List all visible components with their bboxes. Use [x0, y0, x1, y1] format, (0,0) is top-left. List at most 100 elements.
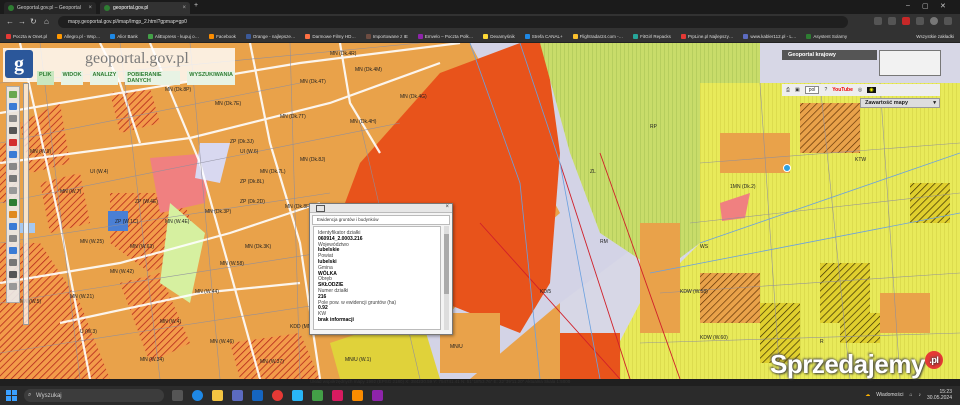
bookmark-item[interactable]: Facebook — [209, 33, 236, 39]
edge-icon[interactable] — [192, 390, 203, 401]
profile-icon[interactable] — [930, 17, 938, 25]
print-tool-icon[interactable] — [9, 127, 17, 134]
globe-tool-icon[interactable] — [9, 199, 17, 206]
youtube-link[interactable]: YouTube — [832, 87, 853, 93]
reload-icon[interactable]: ↻ — [30, 17, 37, 26]
bookmark-item[interactable]: www.kabler112.pl - L… — [743, 33, 797, 39]
ruler-tool-icon[interactable] — [9, 235, 17, 242]
bookmark-label: www.kabler112.pl - L… — [750, 33, 797, 39]
bookmark-item[interactable]: PrpLine.pl Najlepszy… — [680, 33, 733, 39]
share-tool-icon[interactable] — [9, 223, 17, 230]
new-tab-icon[interactable]: + — [194, 2, 198, 9]
bookmark-item[interactable]: Asystent Solarny — [806, 33, 847, 39]
popup-tab[interactable]: Ewidencja gruntów i budynków — [312, 215, 450, 225]
layers-tool-icon[interactable] — [9, 151, 17, 158]
bookmark-item[interactable]: Poczta w Onet.pl — [6, 33, 47, 39]
clear-tool-icon[interactable] — [9, 283, 17, 290]
app-icon[interactable] — [352, 390, 363, 401]
photos-icon[interactable] — [292, 390, 303, 401]
print-icon[interactable]: ⎙ — [786, 87, 790, 93]
clock[interactable]: 15:23 30.05.2024 — [927, 389, 952, 401]
menu-pobieranie[interactable]: POBIERANIE DANYCH — [125, 71, 181, 85]
notifications-label[interactable]: Wiadomości — [876, 392, 903, 398]
back-icon[interactable]: ← — [6, 17, 14, 26]
visibility-icon[interactable]: ◉ — [867, 87, 876, 93]
tab-geoportal-home[interactable]: Geoportal.gov.pl – Geoportal × — [4, 2, 96, 14]
windows-start-icon[interactable] — [6, 390, 17, 401]
bookmark-item[interactable]: AliExpress - kupuj o… — [147, 33, 199, 39]
network-icon[interactable]: ⌂ — [909, 392, 912, 398]
bookmark-item[interactable]: Dexamyśnik — [483, 33, 515, 39]
bookmark-item[interactable]: FitGirl Repacks — [633, 33, 671, 39]
volume-icon[interactable]: ♪ — [918, 392, 921, 398]
bookmark-item[interactable]: Darmowe Filmy HD… — [305, 33, 356, 39]
zoom-in-tool-icon[interactable] — [9, 187, 17, 194]
bookmark-item[interactable]: Flightradar24.com -… — [572, 33, 623, 39]
accessibility-icon[interactable]: ◎ — [858, 87, 862, 93]
panel-title[interactable]: Geoportal krajowy — [782, 50, 877, 60]
menu-analizy[interactable]: ANALIZY — [90, 71, 119, 85]
geoportal-logo[interactable]: g — [5, 50, 33, 78]
all-bookmarks-link[interactable]: Wszystkie zakładki — [916, 34, 954, 39]
settings-tool-icon[interactable] — [9, 259, 17, 266]
draw-tool-icon[interactable] — [9, 163, 17, 170]
pan-tool-icon[interactable] — [9, 91, 17, 98]
chrome-icon[interactable] — [272, 390, 283, 401]
map-contents-label: Zawartość mapy — [865, 100, 909, 106]
menu-plik[interactable]: PLIK — [37, 71, 54, 85]
mail-icon[interactable] — [252, 390, 263, 401]
task-view-icon[interactable] — [172, 390, 183, 401]
menu-wyszukiwania[interactable]: WYSZUKIWANIA — [187, 71, 235, 85]
map-contents-button[interactable]: Zawartość mapy ▾ — [860, 98, 940, 108]
popup-scrollbar[interactable] — [444, 226, 449, 330]
app-icon[interactable] — [372, 390, 383, 401]
extension-icon[interactable] — [916, 17, 924, 25]
zoom-slider[interactable] — [23, 83, 29, 325]
zone-label: MN (Dk.4M) — [355, 67, 382, 73]
store-icon[interactable] — [232, 390, 243, 401]
forward-icon[interactable]: → — [18, 17, 26, 26]
taskbar-search[interactable]: ⌕ Wyszukaj — [24, 389, 164, 402]
profile-tool-icon[interactable] — [9, 211, 17, 218]
export-tool-icon[interactable] — [9, 271, 17, 278]
maximize-icon[interactable]: ▢ — [922, 2, 929, 10]
menu-icon[interactable] — [944, 17, 952, 25]
bookmark-item[interactable]: Importowane z IE — [365, 33, 408, 39]
save-icon[interactable]: ▣ — [795, 87, 800, 93]
zone-label: ZP (W.1C) — [115, 219, 139, 225]
home-icon[interactable]: ⌂ — [44, 17, 49, 26]
extension-icon[interactable] — [874, 17, 882, 25]
app-icon[interactable] — [332, 390, 343, 401]
url-input[interactable]: mapy.geoportal.gov.pl/imap/Imgp_2.html?g… — [58, 16, 848, 28]
close-icon[interactable]: × — [88, 5, 92, 11]
close-icon[interactable]: × — [445, 204, 449, 210]
bookmark-item[interactable]: Alior Bank — [110, 33, 138, 39]
weather-icon[interactable]: ☁ — [865, 392, 870, 398]
overview-map[interactable] — [879, 50, 941, 76]
search-tool-icon[interactable] — [9, 175, 17, 182]
measure-tool-icon[interactable] — [9, 115, 17, 122]
tab-geoportal-map[interactable]: geoportal.gov.pl × — [100, 2, 190, 14]
zone-label: MN/U — [450, 344, 463, 350]
extension-icon[interactable] — [902, 17, 910, 25]
bookmark-item[interactable]: Emvelo – Poczta Polk… — [417, 33, 473, 39]
scroll-thumb[interactable] — [444, 234, 449, 294]
info-tool-icon[interactable] — [9, 103, 17, 110]
close-window-icon[interactable]: ✕ — [940, 2, 946, 10]
bookmark-item[interactable]: Strefa CANAL+ — [524, 33, 563, 39]
app-icon[interactable] — [312, 390, 323, 401]
help-tool-icon[interactable] — [9, 247, 17, 254]
language-select[interactable]: pol — [804, 86, 820, 94]
minimize-icon[interactable]: – — [906, 2, 910, 9]
help-icon[interactable]: ? — [824, 87, 827, 93]
menu-widok[interactable]: WIDOK — [60, 71, 84, 85]
close-icon[interactable]: × — [182, 5, 186, 11]
map-view[interactable]: MN (Dk.4R) MN (Dk.4M) MN (Dk.4T) MN (Dk.4G)… — [0, 43, 960, 379]
bookmark-item[interactable]: Orange - najlepsze… — [245, 33, 295, 39]
bookmark-icon — [633, 33, 639, 39]
pin-tool-icon[interactable] — [9, 139, 17, 146]
zone-label: KDW (W.60) — [700, 335, 728, 341]
extension-icon[interactable] — [888, 17, 896, 25]
bookmark-item[interactable]: Allegro.pl - Wsp… — [57, 33, 100, 39]
file-explorer-icon[interactable] — [212, 390, 223, 401]
